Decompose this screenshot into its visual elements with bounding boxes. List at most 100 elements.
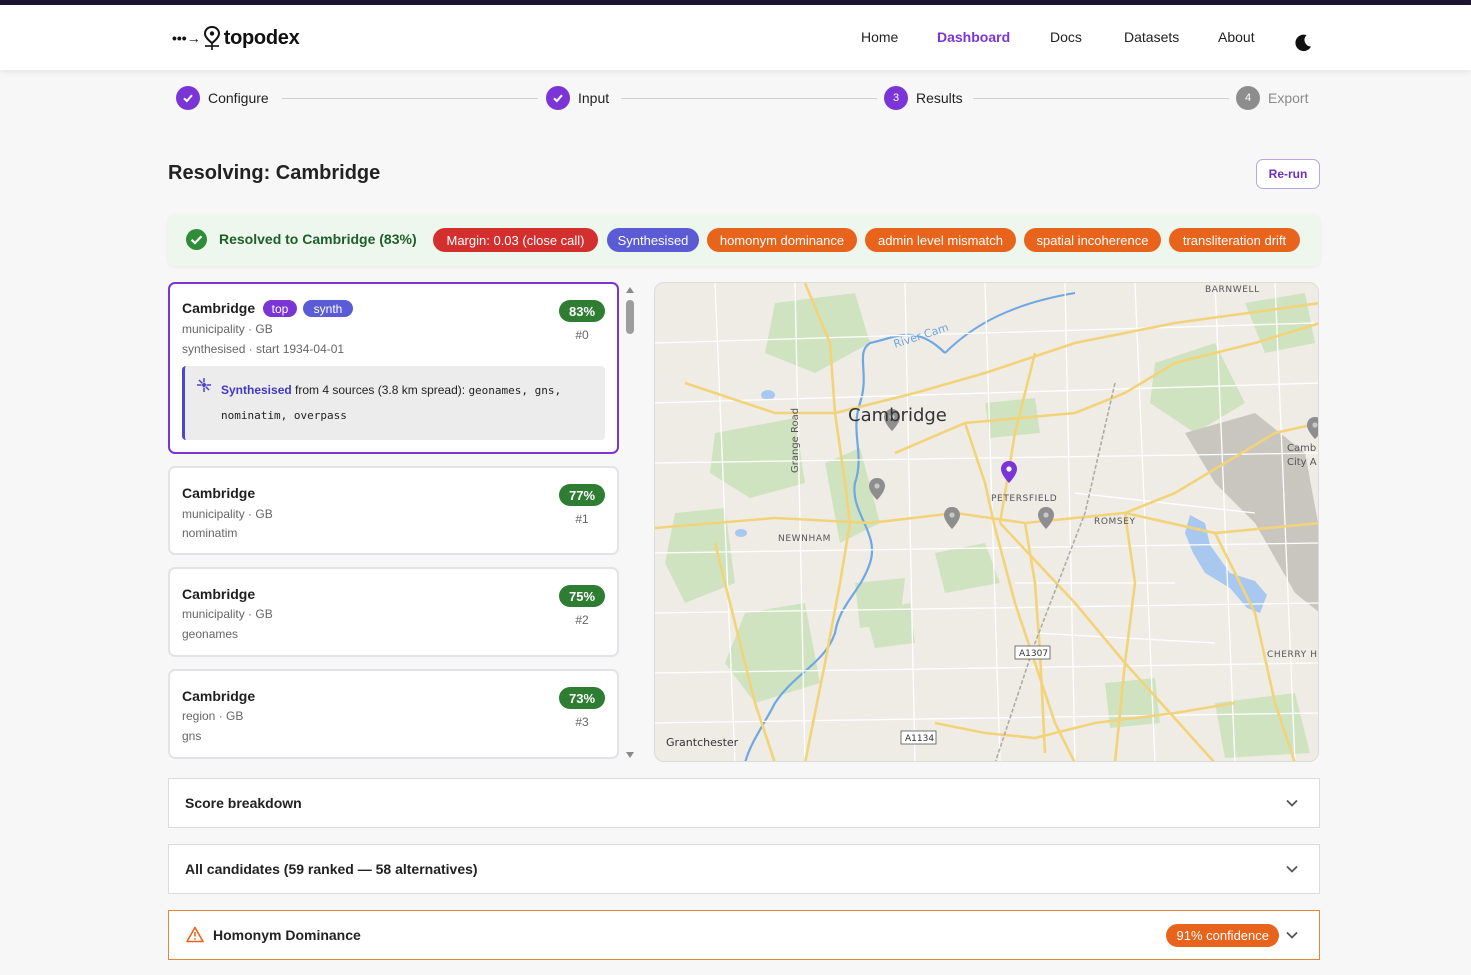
- score-badge: 77%: [559, 484, 605, 506]
- step-number: 3: [884, 86, 908, 110]
- score-breakdown-section[interactable]: Score breakdown: [168, 778, 1320, 828]
- candidate-card[interactable]: Cambridge municipality · GB nominatim 77…: [168, 466, 619, 555]
- candidate-rank: #2: [575, 613, 589, 627]
- map-label-river: River Cam: [892, 321, 950, 351]
- map-pin-icon: [203, 26, 220, 50]
- candidate-rank: #3: [575, 715, 589, 729]
- map-label-grantchester: Grantchester: [666, 736, 739, 749]
- step-connector: [282, 98, 538, 99]
- map-label-city-airport: Camb: [1287, 443, 1316, 454]
- map-label-newnham: NEWNHAM: [778, 534, 831, 544]
- step-connector: [621, 98, 877, 99]
- moon-icon[interactable]: [1293, 33, 1313, 53]
- green-areas: [665, 293, 1315, 758]
- logo[interactable]: •••→ topodex: [172, 25, 300, 51]
- chip-admin-level-mismatch: admin level mismatch: [865, 228, 1016, 252]
- candidate-source: synthesised · start 1934-04-01: [182, 342, 345, 356]
- check-icon: [176, 86, 200, 110]
- step-input[interactable]: Input: [546, 86, 609, 110]
- selected-map-marker[interactable]: [1001, 461, 1017, 483]
- map-marker[interactable]: [1038, 507, 1054, 529]
- score-badge: 83%: [559, 300, 605, 322]
- score-badge: 73%: [559, 687, 605, 709]
- synthesis-sources: geonames, gns,: [468, 384, 562, 397]
- tag-synth: synth: [303, 300, 353, 317]
- step-number: 4: [1236, 86, 1260, 110]
- candidate-source: nominatim: [182, 526, 238, 540]
- step-connector: [973, 98, 1229, 99]
- check-icon: [546, 86, 570, 110]
- river-line-north: [944, 292, 1076, 354]
- map-label-romsey: ROMSEY: [1094, 517, 1136, 527]
- candidate-name: Cambridge: [182, 586, 256, 602]
- nav-docs[interactable]: Docs: [1050, 29, 1082, 49]
- candidate-rank: #1: [575, 512, 589, 526]
- map-label-a1307: A1307: [1019, 649, 1048, 659]
- candidate-list[interactable]: Cambridge top synth municipality · GB sy…: [168, 282, 619, 760]
- candidate-card[interactable]: Cambridge municipality · GB geonames 75%…: [168, 567, 619, 657]
- step-results[interactable]: 3 Results: [884, 86, 963, 110]
- map-label-a1134: A1134: [905, 734, 934, 744]
- step-configure[interactable]: Configure: [176, 86, 269, 110]
- sparkle-icon: [197, 378, 211, 392]
- check-circle-icon: [186, 229, 207, 250]
- candidate-card[interactable]: Cambridge top synth municipality · GB sy…: [168, 282, 619, 454]
- synthesis-sources-cont: nominatim, overpass: [221, 409, 347, 422]
- nav-dashboard[interactable]: Dashboard: [937, 29, 1010, 49]
- map-marker[interactable]: [944, 507, 960, 529]
- logo-arrow: •••→: [172, 30, 201, 46]
- nav-about[interactable]: About: [1218, 29, 1255, 49]
- progress-stepper: Configure Input 3 Results 4 Export: [176, 86, 1316, 110]
- chevron-down-icon: [1286, 865, 1298, 873]
- candidate-card[interactable]: Cambridge region · GB gns 73% #3: [168, 669, 619, 759]
- resolved-label: Resolved to Cambridge (83%): [219, 231, 417, 247]
- step-label: Input: [578, 90, 610, 106]
- confidence-badge: 91% confidence: [1166, 924, 1279, 947]
- candidate-meta: region · GB: [182, 709, 244, 723]
- chip-homonym-dominance: homonym dominance: [707, 228, 857, 252]
- warning-icon: [186, 926, 204, 943]
- candidate-name: Cambridge: [182, 485, 256, 501]
- candidate-name: Cambridge: [182, 300, 256, 316]
- synthesis-detail: from 4 sources (3.8 km spread):: [291, 383, 469, 397]
- all-candidates-section[interactable]: All candidates (59 ranked — 58 alternati…: [168, 844, 1320, 894]
- map-view[interactable]: Cambridge BARNWELL PETERSFIELD ROMSEY NE…: [654, 282, 1319, 762]
- map-label-city-airport-2: City A: [1287, 457, 1317, 468]
- candidate-source: gns: [182, 729, 202, 743]
- section-title: Homonym Dominance: [213, 927, 361, 943]
- map-label-cherry: CHERRY H: [1267, 650, 1318, 660]
- brand-name: topodex: [223, 26, 300, 49]
- candidate-rank: #0: [575, 328, 589, 342]
- map-label-grange-road: Grange Road: [790, 408, 801, 473]
- nav-datasets[interactable]: Datasets: [1124, 29, 1179, 49]
- step-export[interactable]: 4 Export: [1236, 86, 1308, 110]
- candidate-scrollbar[interactable]: [624, 286, 636, 760]
- candidate-meta: municipality · GB: [182, 322, 273, 336]
- candidate-meta: municipality · GB: [182, 607, 273, 621]
- scroll-thumb[interactable]: [626, 300, 634, 334]
- homonym-dominance-section[interactable]: Homonym Dominance 91% confidence: [168, 910, 1320, 960]
- map-marker[interactable]: [1307, 417, 1319, 439]
- chevron-down-icon: [1286, 931, 1298, 939]
- chip-synthesised: Synthesised: [607, 228, 699, 252]
- synthesis-text: Synthesised from 4 sources (3.8 km sprea…: [221, 383, 561, 397]
- chevron-down-icon: [1286, 799, 1298, 807]
- section-title: Score breakdown: [185, 795, 302, 811]
- candidate-meta: municipality · GB: [182, 507, 273, 521]
- synthesis-lead: Synthesised: [221, 383, 292, 397]
- rerun-button[interactable]: Re-run: [1256, 159, 1320, 189]
- step-label: Export: [1268, 90, 1309, 106]
- score-badge: 75%: [559, 585, 605, 607]
- tag-top: top: [263, 300, 297, 317]
- scroll-down-icon[interactable]: [625, 751, 635, 759]
- chip-margin: Margin: 0.03 (close call): [433, 228, 598, 252]
- app-header: •••→ topodex Home Dashboard Docs Dataset…: [0, 5, 1471, 70]
- nav-home[interactable]: Home: [861, 29, 898, 49]
- map-label-barnwell: BARNWELL: [1205, 285, 1260, 295]
- scroll-up-icon[interactable]: [625, 286, 635, 294]
- chip-spatial-incoherence: spatial incoherence: [1024, 228, 1161, 252]
- map-canvas[interactable]: Cambridge BARNWELL PETERSFIELD ROMSEY NE…: [655, 283, 1319, 762]
- step-label: Configure: [208, 90, 269, 106]
- step-label: Results: [916, 90, 963, 106]
- chip-transliteration-drift: transliteration drift: [1169, 228, 1300, 252]
